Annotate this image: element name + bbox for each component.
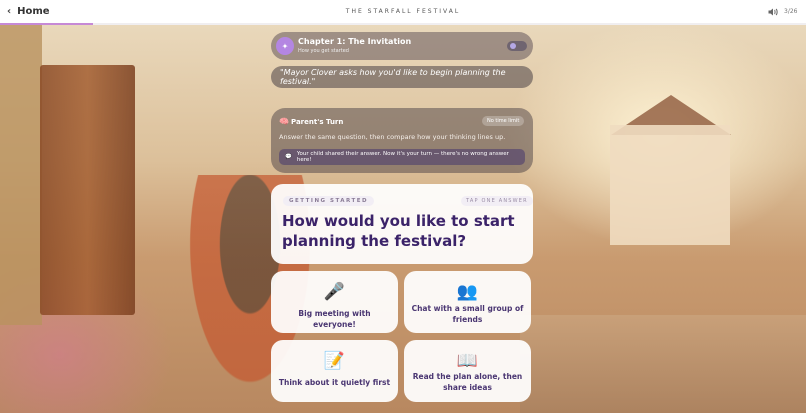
people-icon: 👥 [456, 282, 479, 302]
app-title: THE STARFALL FESTIVAL [345, 8, 461, 15]
village-house [610, 125, 730, 245]
parent-hint: 💬 Your child shared their answer. Now it… [279, 149, 525, 165]
answer-option-label: Chat with a small group of friends [411, 304, 524, 324]
parent-instruction: Answer the same question, then compare h… [279, 133, 506, 141]
chapter-subtitle: How you get started [298, 48, 349, 54]
chapter-title: Chapter 1: The Invitation [298, 37, 412, 46]
answer-option-small-group[interactable]: 👥 Chat with a small group of friends [404, 271, 531, 333]
memo-icon: 📝 [323, 351, 346, 371]
speaker-icon[interactable] [767, 6, 779, 18]
parent-hint-text: Your child shared their answer. Now it's… [296, 151, 509, 163]
chapter-card: ✦ Chapter 1: The Invitation How you get … [271, 32, 533, 60]
time-limit-badge: No time limit [482, 116, 525, 126]
answer-option-read-alone[interactable]: 📖 Read the plan alone, then share ideas [404, 340, 531, 402]
question-category-tag: GETTING STARTED [283, 196, 375, 206]
tap-one-answer-tag: TAP ONE ANSWER [461, 196, 533, 206]
microphone-icon: 🎤 [323, 282, 346, 302]
answer-option-label: Read the plan alone, then share ideas [412, 372, 523, 392]
parent-turn-title: Parent's Turn [291, 118, 344, 126]
question-text: How would you like to start planning the… [282, 212, 515, 250]
question-counter: 3/26 [784, 8, 798, 15]
progress-bar [0, 23, 93, 25]
answer-option-label: Think about it quietly first [278, 378, 391, 387]
answer-option-label: Big meeting with everyone! [298, 309, 371, 329]
answer-option-big-meeting[interactable]: 🎤 Big meeting with everyone! [271, 271, 398, 333]
book-icon: 📖 [456, 351, 479, 371]
top-bar: ‹ Home THE STARFALL FESTIVAL 3/26 [0, 0, 806, 25]
wooden-door [40, 65, 135, 315]
parent-turn-panel: 🧠 Parent's Turn No time limit Answer the… [271, 108, 533, 173]
narration-quote: "Mayor Clover asks how you'd like to beg… [271, 66, 533, 88]
brain-icon: 🧠 [279, 117, 289, 126]
chapter-toggle[interactable] [507, 41, 527, 51]
speech-bubble-icon: 💬 [285, 154, 292, 160]
compass-icon: ✦ [276, 37, 294, 55]
question-card: GETTING STARTED TAP ONE ANSWER How would… [271, 184, 533, 264]
progress-track [0, 23, 806, 25]
answer-option-think-quietly[interactable]: 📝 Think about it quietly first [271, 340, 398, 402]
